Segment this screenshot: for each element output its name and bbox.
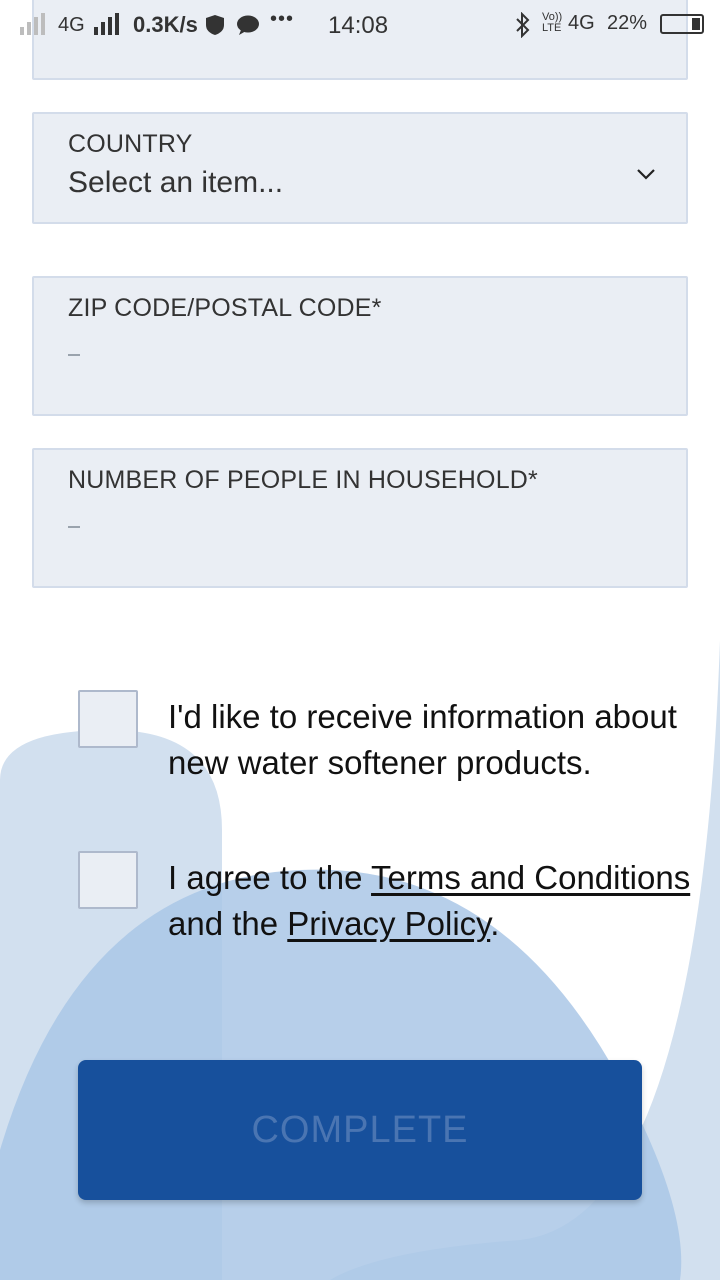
network-speed: 0.3K/s: [133, 12, 198, 37]
country-selected-value: Select an item...: [68, 166, 284, 199]
network-type-label-2: 4G: [568, 12, 595, 34]
zip-code-label: ZIP CODE/POSTAL CODE*: [68, 294, 382, 322]
clock: 14:08: [328, 12, 389, 39]
terms-consent-checkbox[interactable]: [78, 851, 138, 909]
marketing-consent-checkbox[interactable]: [78, 690, 138, 748]
terms-and-conditions-link[interactable]: Terms and Conditions: [371, 859, 690, 896]
household-size-label: NUMBER OF PEOPLE IN HOUSEHOLD*: [68, 466, 538, 494]
country-label: COUNTRY: [68, 130, 193, 158]
battery-icon: [660, 14, 704, 34]
volte-indicator: Vo)) LTE: [542, 11, 563, 34]
signal-strength-icon: [20, 13, 45, 35]
terms-consent-text: I agree to the Terms and Conditions and …: [168, 855, 708, 947]
network-type-label: 4G: [58, 14, 85, 36]
household-size-input[interactable]: [68, 526, 80, 528]
status-bar: 4G 0.3K/s ••• 14:08 Vo)) LTE 4G 22%: [0, 0, 720, 50]
marketing-consent-text: I'd like to receive information about ne…: [168, 698, 677, 781]
country-dropdown[interactable]: COUNTRY Select an item...: [32, 112, 688, 224]
terms-prefix-text: I agree to the: [168, 859, 372, 896]
more-notifications-icon: •••: [270, 8, 295, 30]
complete-button[interactable]: COMPLETE: [78, 1060, 642, 1200]
privacy-policy-link[interactable]: Privacy Policy: [287, 905, 490, 942]
bluetooth-icon: [516, 12, 530, 38]
household-size-field[interactable]: NUMBER OF PEOPLE IN HOUSEHOLD*: [32, 448, 688, 588]
terms-consent-row: I agree to the Terms and Conditions and …: [78, 851, 708, 951]
signal-strength-icon-2: [94, 13, 119, 35]
shield-icon: [206, 15, 224, 35]
zip-code-input[interactable]: [68, 354, 80, 356]
terms-middle-text: and the: [168, 905, 288, 942]
chevron-down-icon: [637, 169, 655, 180]
zip-code-field[interactable]: ZIP CODE/POSTAL CODE*: [32, 276, 688, 416]
message-icon: [237, 15, 259, 35]
terms-suffix-text: .: [490, 905, 500, 942]
marketing-consent-row: I'd like to receive information about ne…: [78, 690, 708, 790]
battery-percentage: 22%: [607, 12, 648, 34]
